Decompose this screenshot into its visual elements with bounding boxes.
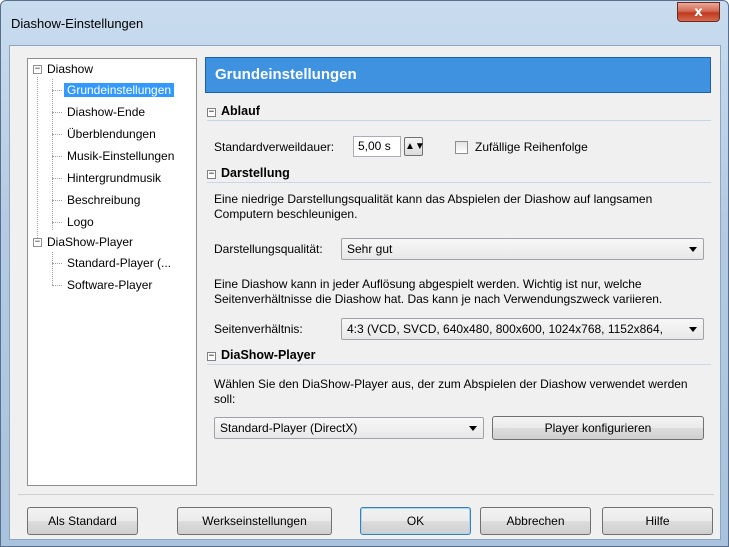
tree-connector — [52, 252, 53, 285]
chevron-down-icon — [689, 247, 697, 252]
section-darstellung-header[interactable]: − Darstellung — [207, 163, 711, 183]
tree-connector — [52, 222, 62, 223]
section-title: Ablauf — [221, 104, 260, 118]
chevron-down-icon — [689, 327, 697, 332]
tree-item-grundeinstellungen[interactable]: Grundeinstellungen — [64, 80, 175, 100]
tree-item-ueberblendungen[interactable]: Überblendungen — [67, 124, 156, 144]
settings-tree: − Diashow Grundeinstellungen Diashow-End… — [27, 58, 197, 486]
section-ablauf-header[interactable]: − Ablauf — [207, 101, 711, 121]
tree-item-diashow-ende[interactable]: Diashow-Ende — [67, 102, 145, 122]
quality-dropdown[interactable]: Sehr gut — [341, 238, 704, 260]
dialog-window: Diashow-Einstellungen x − Diashow Grunde… — [0, 0, 729, 547]
tree-connector — [52, 285, 62, 286]
tree-connector — [37, 77, 38, 242]
dialog-client-area: − Diashow Grundeinstellungen Diashow-End… — [9, 45, 721, 540]
player-dropdown[interactable]: Standard-Player (DirectX) — [214, 417, 484, 439]
tree-connector — [52, 134, 62, 135]
set-default-button[interactable]: Als Standard — [27, 507, 138, 535]
tree-connector — [52, 79, 53, 230]
collapse-icon[interactable]: − — [207, 352, 216, 361]
collapse-icon[interactable]: − — [207, 108, 216, 117]
collapse-icon[interactable]: − — [33, 238, 42, 247]
tree-connector — [52, 200, 62, 201]
help-button[interactable]: Hilfe — [602, 507, 713, 535]
aspect-ratio-value: 4:3 (VCD, SVCD, 640x480, 800x600, 1024x7… — [347, 322, 663, 336]
player-info-text: Wählen Sie den DiaShow-Player aus, der z… — [214, 377, 688, 406]
tree-group-diashow[interactable]: Diashow — [47, 59, 93, 79]
tree-connector — [52, 156, 62, 157]
factory-settings-button[interactable]: Werkseinstellungen — [177, 507, 332, 535]
tree-item-standard-player[interactable]: Standard-Player (... — [67, 253, 171, 273]
quality-info-text: Eine niedrige Darstellungsqualität kann … — [214, 192, 653, 221]
tree-item-logo[interactable]: Logo — [67, 212, 94, 232]
tree-connector — [52, 178, 62, 179]
tree-group-diashow-player[interactable]: DiaShow-Player — [47, 232, 133, 252]
spin-arrows-icon[interactable]: ▲▼ — [404, 137, 425, 156]
tree-connector — [52, 263, 62, 264]
collapse-icon[interactable]: − — [33, 65, 42, 74]
cancel-button[interactable]: Abbrechen — [480, 507, 591, 535]
panel-title: Grundeinstellungen — [205, 57, 711, 93]
dwell-time-label: Standardverweildauer: — [214, 140, 335, 154]
quality-value: Sehr gut — [347, 242, 393, 256]
dwell-time-input[interactable]: 5,00 s — [353, 136, 401, 157]
player-value: Standard-Player (DirectX) — [220, 421, 358, 435]
configure-player-button[interactable]: Player konfigurieren — [492, 416, 704, 440]
quality-label: Darstellungsqualität: — [214, 242, 323, 256]
tree-item-label: Grundeinstellungen — [64, 83, 175, 97]
tree-item-beschreibung[interactable]: Beschreibung — [67, 190, 140, 210]
tree-connector — [52, 112, 62, 113]
tree-connector — [52, 90, 62, 91]
random-order-label[interactable]: Zufällige Reihenfolge — [475, 140, 588, 155]
aspect-ratio-dropdown[interactable]: 4:3 (VCD, SVCD, 640x480, 800x600, 1024x7… — [341, 318, 704, 340]
section-title: DiaShow-Player — [221, 348, 316, 362]
title-bar[interactable]: Diashow-Einstellungen x — [1, 1, 728, 45]
chevron-down-icon — [469, 426, 477, 431]
ok-button[interactable]: OK — [360, 507, 471, 535]
section-title: Darstellung — [221, 166, 290, 180]
aspect-ratio-label: Seitenverhältnis: — [214, 322, 303, 336]
random-order-checkbox[interactable] — [455, 141, 468, 154]
collapse-icon[interactable]: − — [207, 170, 216, 179]
footer-separator — [18, 494, 714, 495]
tree-item-software-player[interactable]: Software-Player — [67, 275, 152, 295]
ratio-info-text: Eine Diashow kann in jeder Auflösung abg… — [214, 277, 663, 306]
window-title: Diashow-Einstellungen — [11, 16, 144, 31]
close-button[interactable]: x — [677, 2, 720, 22]
tree-item-musik-einstellungen[interactable]: Musik-Einstellungen — [67, 146, 174, 166]
tree-item-hintergrundmusik[interactable]: Hintergrundmusik — [67, 168, 161, 188]
section-player-header[interactable]: − DiaShow-Player — [207, 345, 711, 365]
